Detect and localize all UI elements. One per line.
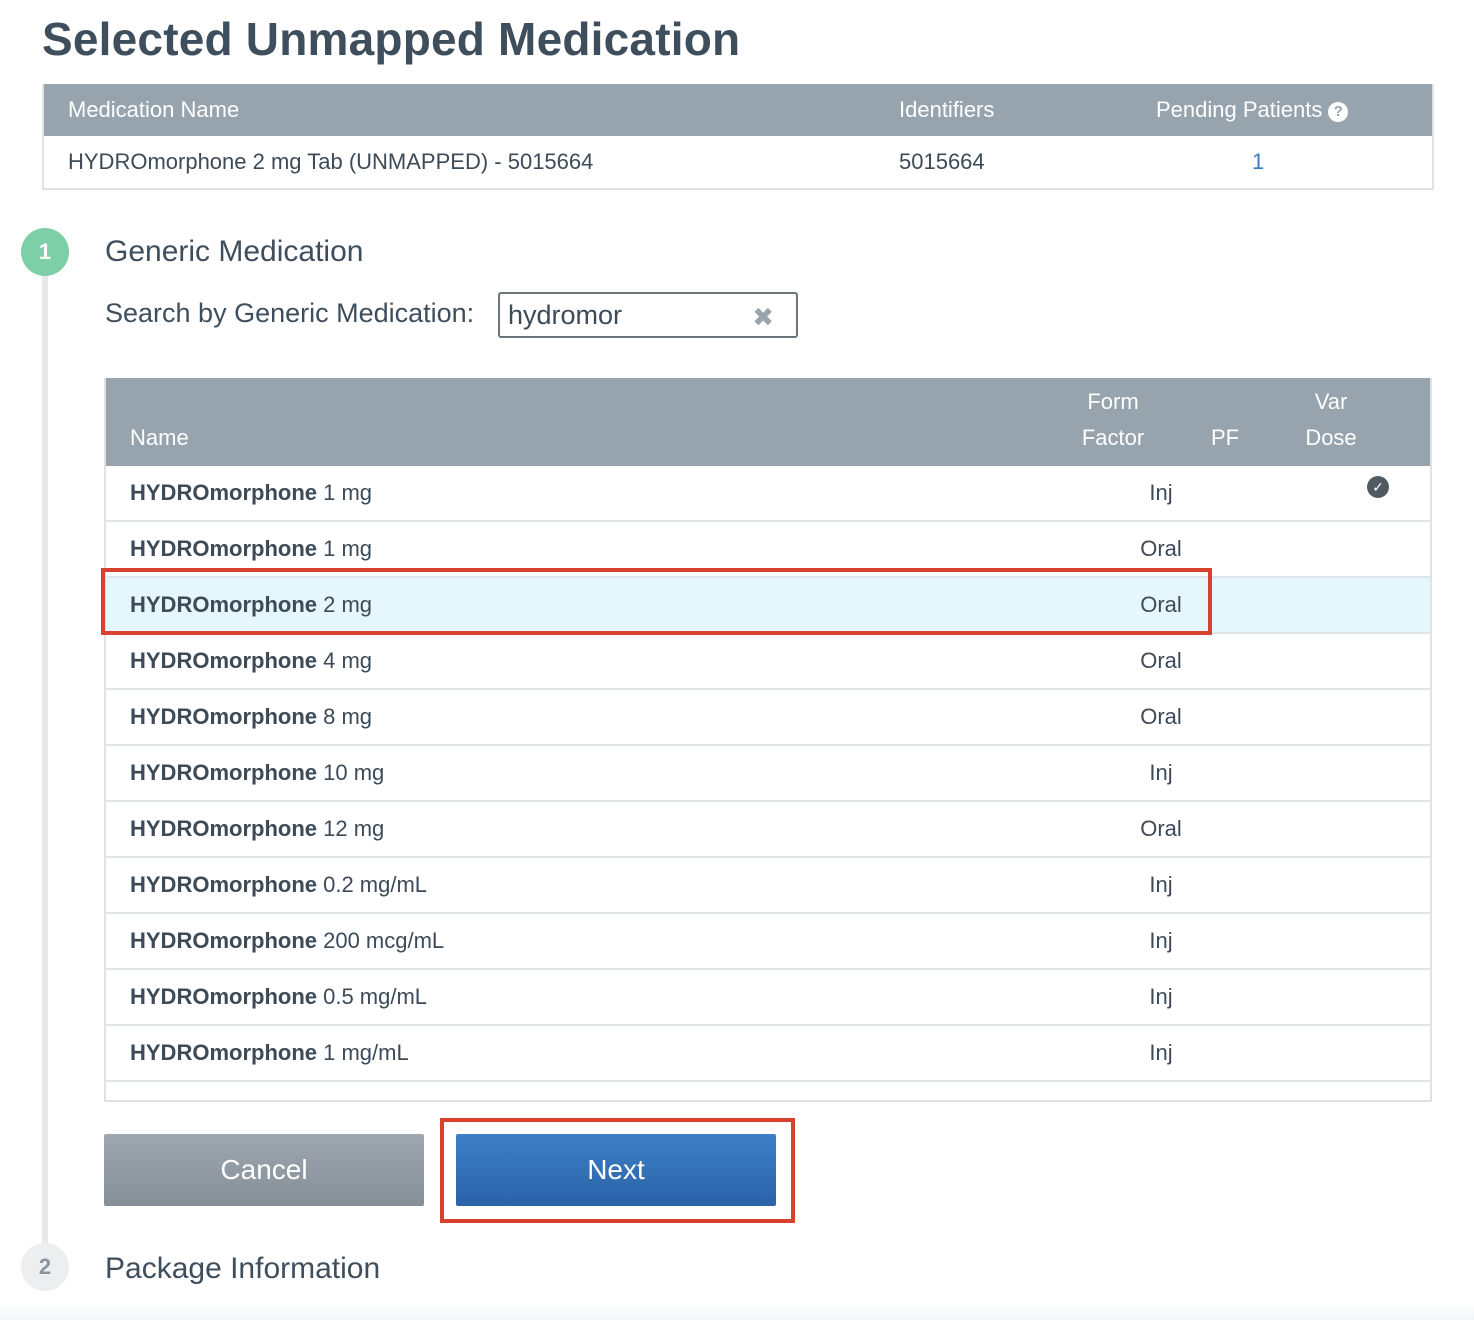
form-factor-cell: Oral	[1140, 648, 1182, 673]
form-factor-cell: Inj	[1149, 1040, 1173, 1065]
drug-name: HYDROmorphone	[130, 536, 317, 561]
form-factor-cell: Inj	[1149, 480, 1173, 505]
drug-strength: 10 mg	[317, 760, 385, 785]
table-row[interactable]: HYDROmorphone 1 mg Oral	[106, 522, 1430, 578]
step-1-title: Generic Medication	[105, 235, 364, 268]
table-row[interactable]: HYDROmorphone 0.5 mg/mL Inj	[106, 970, 1430, 1026]
form-factor-cell: Inj	[1149, 928, 1173, 953]
bottom-edge	[0, 1300, 1474, 1320]
form-factor-cell: Oral	[1140, 704, 1182, 729]
drug-strength: 1 mg	[317, 480, 373, 505]
header-pf: PF	[1210, 425, 1240, 450]
form-factor-cell: Inj	[1149, 760, 1173, 785]
page-title: Selected Unmapped Medication	[42, 13, 741, 65]
table-row[interactable]: HYDROmorphone 8 mg Oral	[106, 690, 1430, 746]
medication-name-cell: HYDROmorphone 10 mg	[130, 760, 384, 786]
header-medication-name: Medication Name	[68, 97, 240, 122]
search-box: ✖	[498, 292, 798, 338]
header-form-factor-line1: Form	[1087, 389, 1139, 414]
results-table-body: HYDROmorphone 1 mg Inj ✓ HYDROmorphone 1 mg…	[106, 466, 1430, 1082]
search-label: Search by Generic Medication:	[105, 298, 475, 328]
table-row[interactable]: HYDROmorphone 4 mg Oral	[106, 634, 1430, 690]
clear-icon[interactable]: ✖	[752, 302, 774, 333]
header-form-factor-line2: Factor	[1081, 425, 1145, 450]
medication-name-cell: HYDROmorphone 1 mg/mL	[130, 1040, 409, 1066]
header-var-dose-line1: Var	[1314, 389, 1348, 414]
form-factor-cell: Oral	[1140, 536, 1182, 561]
drug-strength: 0.5 mg/mL	[317, 984, 428, 1009]
selected-medication-table: Medication Name Identifiers Pending Pati…	[42, 84, 1434, 190]
table-row[interactable]: HYDROmorphone 200 mcg/mL Inj	[106, 914, 1430, 970]
search-input[interactable]	[508, 298, 748, 332]
drug-name: HYDROmorphone	[130, 1040, 317, 1065]
medication-name-cell: HYDROmorphone 0.2 mg/mL	[130, 872, 427, 898]
drug-name: HYDROmorphone	[130, 872, 317, 897]
selected-table-header: Medication Name Identifiers Pending Pati…	[44, 84, 1432, 136]
drug-name: HYDROmorphone	[130, 760, 317, 785]
form-factor-cell: Oral	[1140, 592, 1182, 617]
pending-patients-link[interactable]: 1	[1252, 149, 1264, 175]
header-identifiers: Identifiers	[899, 97, 995, 122]
table-row[interactable]: HYDROmorphone 1 mg/mL Inj	[106, 1026, 1430, 1082]
medication-name-cell: HYDROmorphone 4 mg	[130, 648, 372, 674]
drug-strength: 8 mg	[317, 704, 373, 729]
drug-name: HYDROmorphone	[130, 816, 317, 841]
drug-strength: 4 mg	[317, 648, 373, 673]
selected-identifiers: 5015664	[899, 149, 985, 174]
check-circle-icon: ✓	[1367, 476, 1389, 498]
drug-strength: 1 mg/mL	[317, 1040, 409, 1065]
header-pending-patients: Pending Patients?	[1156, 97, 1349, 123]
drug-strength: 2 mg	[317, 592, 373, 617]
results-table-header: Name Form Factor PF Var Dose	[106, 378, 1430, 466]
step-2-title: Package Information	[105, 1252, 381, 1285]
drug-strength: 1 mg	[317, 536, 373, 561]
drug-strength: 12 mg	[317, 816, 385, 841]
medication-name-cell: HYDROmorphone 1 mg	[130, 480, 372, 506]
table-row[interactable]: HYDROmorphone 12 mg Oral	[106, 802, 1430, 858]
selected-table-row: HYDROmorphone 2 mg Tab (UNMAPPED) - 5015…	[44, 136, 1432, 188]
table-row[interactable]: HYDROmorphone 0.2 mg/mL Inj	[106, 858, 1430, 914]
drug-name: HYDROmorphone	[130, 984, 317, 1009]
drug-name: HYDROmorphone	[130, 480, 317, 505]
stepper-line	[42, 272, 48, 1244]
header-var-dose-line2: Dose	[1305, 425, 1357, 450]
header-var-dose: Var Dose	[1294, 384, 1368, 456]
medication-name-cell: HYDROmorphone 1 mg	[130, 536, 372, 562]
drug-name: HYDROmorphone	[130, 928, 317, 953]
table-row[interactable]: HYDROmorphone 2 mg Oral	[106, 578, 1430, 634]
medication-name-cell: HYDROmorphone 2 mg	[130, 592, 372, 618]
medication-name-cell: HYDROmorphone 200 mcg/mL	[130, 928, 444, 954]
next-button[interactable]: Next	[456, 1134, 776, 1206]
cancel-button[interactable]: Cancel	[104, 1134, 424, 1206]
drug-name: HYDROmorphone	[130, 648, 317, 673]
medication-name-cell: HYDROmorphone 8 mg	[130, 704, 372, 730]
medication-name-cell: HYDROmorphone 12 mg	[130, 816, 384, 842]
form-factor-cell: Inj	[1149, 872, 1173, 897]
header-name: Name	[130, 425, 189, 450]
drug-strength: 200 mcg/mL	[317, 928, 445, 953]
header-pending-label: Pending Patients	[1156, 97, 1323, 122]
help-icon[interactable]: ?	[1328, 102, 1349, 122]
form-factor-cell: Inj	[1149, 984, 1173, 1009]
selected-medication-name: HYDROmorphone 2 mg Tab (UNMAPPED) - 5015…	[68, 149, 594, 174]
step-1-indicator: 1	[21, 228, 69, 276]
generic-medication-table: Name Form Factor PF Var Dose HYDROmorpho…	[104, 378, 1432, 1102]
drug-name: HYDROmorphone	[130, 592, 317, 617]
drug-strength: 0.2 mg/mL	[317, 872, 428, 897]
drug-name: HYDROmorphone	[130, 704, 317, 729]
table-row[interactable]: HYDROmorphone 10 mg Inj	[106, 746, 1430, 802]
table-row[interactable]: HYDROmorphone 1 mg Inj ✓	[106, 466, 1430, 522]
form-factor-cell: Oral	[1140, 816, 1182, 841]
header-form-factor: Form Factor	[1066, 384, 1160, 456]
medication-name-cell: HYDROmorphone 0.5 mg/mL	[130, 984, 427, 1010]
step-2-indicator: 2	[21, 1243, 69, 1291]
